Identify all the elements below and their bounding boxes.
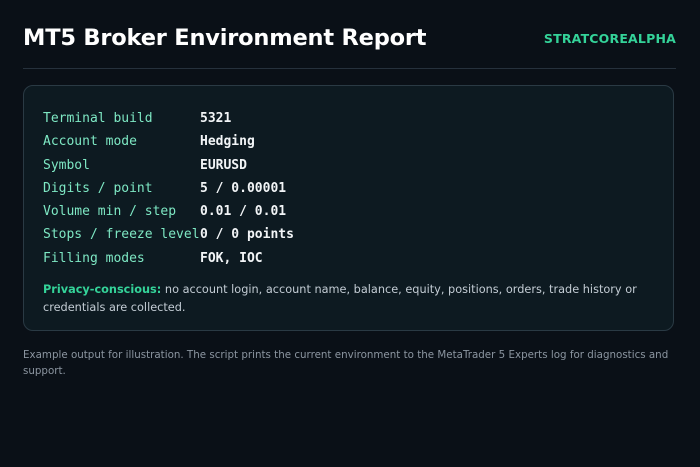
row-label: Account mode <box>43 134 137 150</box>
privacy-note: Privacy-conscious: no account login, acc… <box>43 281 663 317</box>
row-value: EURUSD <box>200 157 247 173</box>
row-value: 5 / 0.00001 <box>200 180 287 196</box>
row-value: Hedging <box>200 134 255 150</box>
row-label: Terminal build <box>43 111 153 126</box>
row-value: 0.01 / 0.01 <box>200 204 287 220</box>
row-label: Symbol <box>43 157 90 173</box>
report-header: MT5 Broker Environment Report STRATCOREA… <box>23 22 676 69</box>
page-title: MT5 Broker Environment Report <box>23 25 427 51</box>
row-label: Volume min / step <box>43 204 177 220</box>
row-value: FOK, IOC <box>200 250 263 266</box>
row-value: 5321 <box>200 111 232 126</box>
row-label: Stops / freeze level <box>43 227 200 243</box>
environment-report-card: Terminal build 5321 Account mode Hedging… <box>23 85 674 331</box>
row-label: Filling modes <box>43 250 145 266</box>
row-value: 0 / 0 points <box>200 227 294 243</box>
footnote: Example output for illustration. The scr… <box>23 349 669 377</box>
privacy-label: Privacy-conscious: <box>43 283 162 296</box>
brand-logo: STRATCOREALPHA <box>543 31 676 46</box>
row-label: Digits / point <box>43 180 153 196</box>
